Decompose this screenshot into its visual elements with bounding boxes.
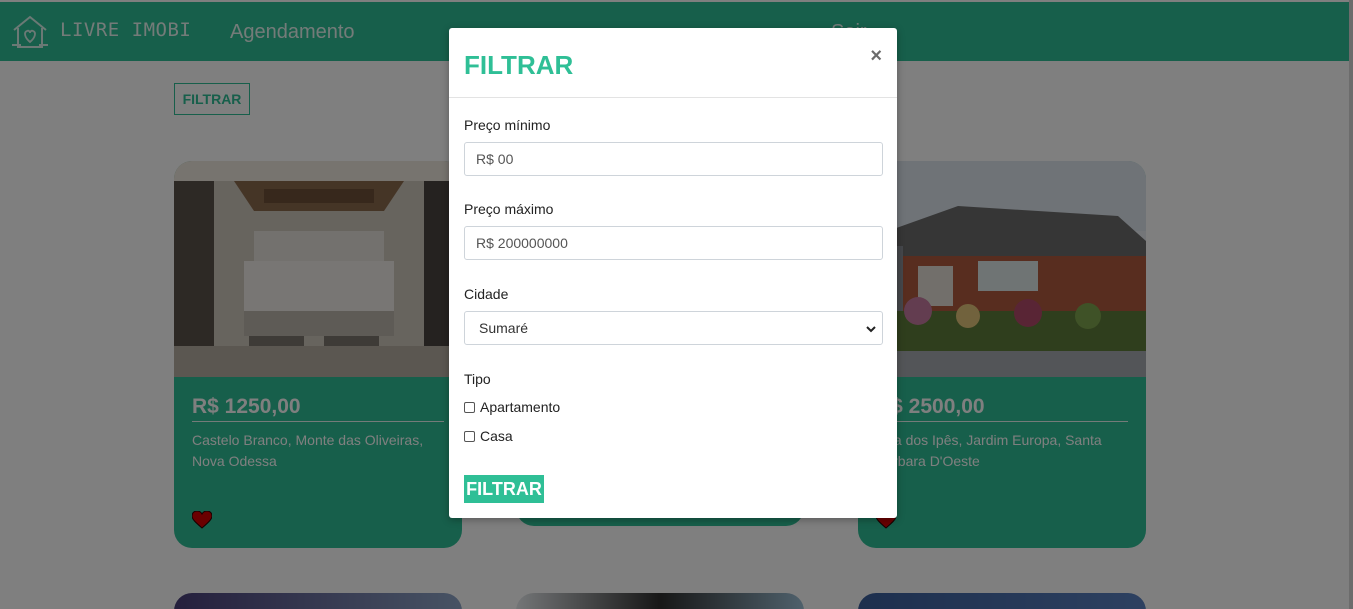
city-label: Cidade <box>464 286 509 302</box>
city-select-value: Sumaré <box>479 320 529 336</box>
min-price-input[interactable]: R$ 00 <box>464 142 883 176</box>
checkbox[interactable] <box>464 401 475 413</box>
min-price-label: Preço mínimo <box>464 117 551 133</box>
type-option-apartamento[interactable]: Apartamento <box>464 399 560 415</box>
modal-title: FILTRAR <box>464 50 574 80</box>
filter-modal: FILTRAR × Preço mínimo R$ 00 Preço máxim… <box>449 28 897 518</box>
type-option-label: Casa <box>480 428 513 444</box>
type-option-casa[interactable]: Casa <box>464 428 513 444</box>
modal-header-divider <box>449 97 897 98</box>
max-price-label: Preço máximo <box>464 201 554 217</box>
chevron-down-icon <box>866 326 876 333</box>
type-option-label: Apartamento <box>480 399 561 415</box>
checkbox[interactable] <box>464 430 475 442</box>
apply-filter-button[interactable]: FILTRAR <box>464 475 544 503</box>
max-price-input[interactable]: R$ 200000000 <box>464 226 883 260</box>
type-label: Tipo <box>464 371 491 387</box>
city-select[interactable]: Sumaré <box>464 311 883 345</box>
close-icon[interactable]: × <box>870 45 882 68</box>
